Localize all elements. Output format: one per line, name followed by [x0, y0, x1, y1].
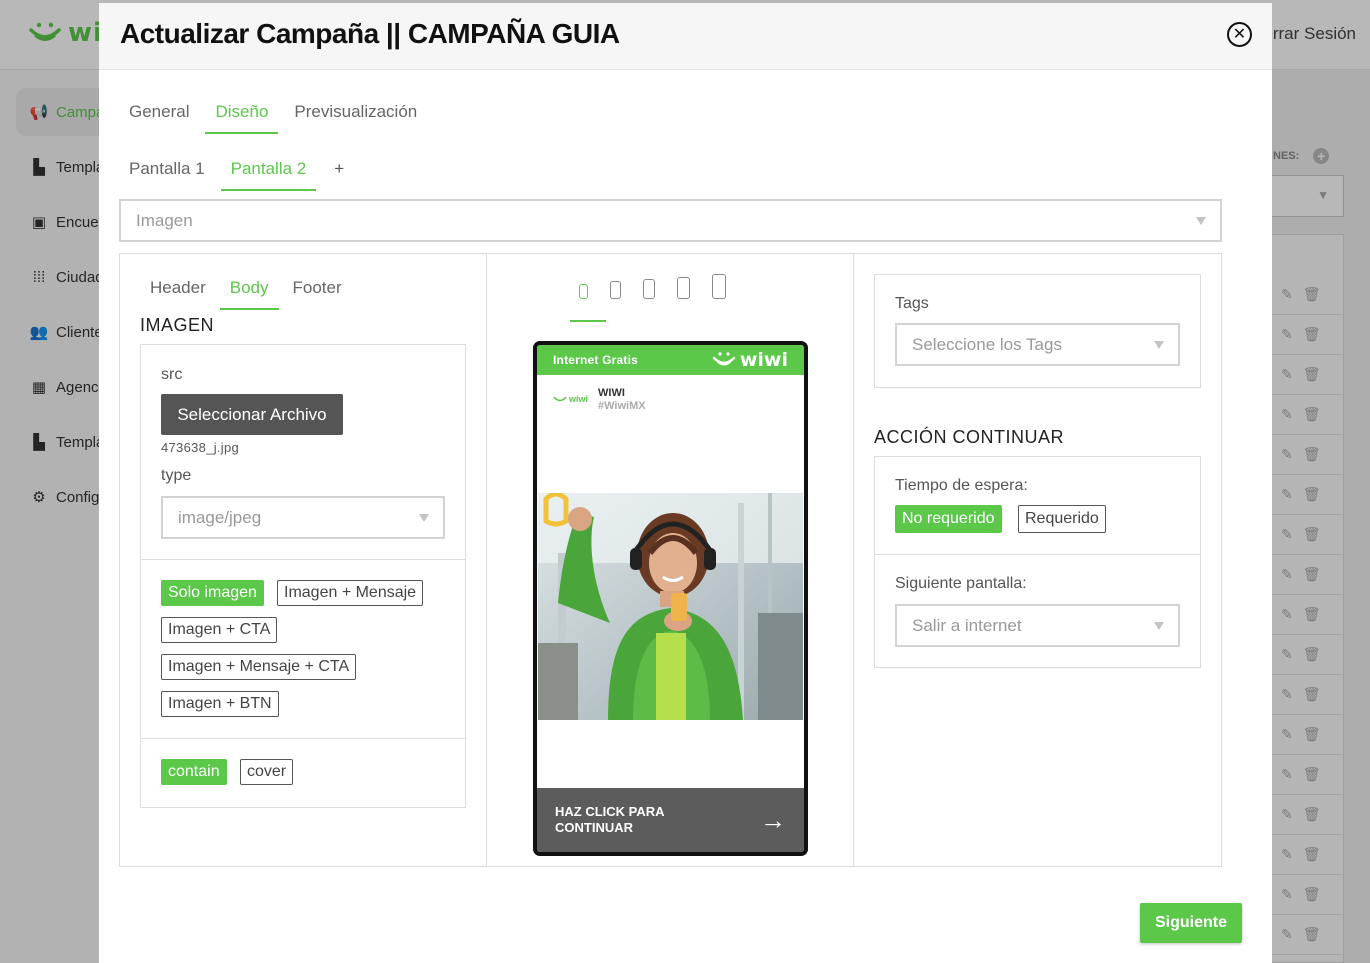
preview-mini-logo: wiwi: [553, 394, 588, 404]
device-phone-xs-icon[interactable]: [579, 284, 588, 299]
src-label: src: [161, 366, 183, 383]
phone-preview: Internet Gratis wiwi wiwi WIWI #WiwiMX H…: [533, 341, 808, 856]
arrow-right-icon: →: [760, 805, 786, 835]
preview-brand: wiwi: [712, 349, 788, 371]
actions-column: Tags Seleccione los Tags ACCIÓN CONTINUA…: [854, 254, 1221, 866]
screen-tabs: Pantalla 1 Pantalla 2 +: [119, 153, 356, 191]
layout-option-imagen-mensaje-cta[interactable]: Imagen + Mensaje + CTA: [161, 654, 357, 680]
preview-image: [538, 493, 803, 720]
device-phone-lg-icon[interactable]: [677, 277, 690, 299]
preview-cta-text: HAZ CLICK PARA CONTINUAR: [555, 804, 665, 835]
device-phone-sm-icon[interactable]: [610, 281, 621, 299]
device-selector: [579, 274, 726, 299]
properties-column: Header Body Footer IMAGEN src Seleccionar …: [120, 254, 487, 866]
business-name: WIWI: [598, 387, 625, 399]
preview-column: Internet Gratis wiwi wiwi WIWI #WiwiMX H…: [487, 254, 854, 866]
continue-action-card: Tiempo de espera: No requerido Requerido…: [874, 456, 1201, 668]
design-panel: Header Body Footer IMAGEN src Seleccionar …: [119, 253, 1222, 867]
tab-footer[interactable]: Footer: [283, 272, 352, 304]
caret-down-icon: [419, 513, 429, 522]
fit-option-cover[interactable]: cover: [240, 759, 294, 785]
preview-business-info: wiwi WIWI #WiwiMX: [553, 387, 646, 413]
next-button[interactable]: Siguiente: [1140, 903, 1242, 943]
type-select[interactable]: image/jpeg: [161, 496, 445, 539]
preview-top-text: Internet Gratis: [553, 353, 639, 367]
tags-select[interactable]: Seleccione los Tags: [895, 323, 1180, 366]
caret-down-icon: [1154, 621, 1164, 630]
element-type-value: Imagen: [136, 210, 193, 230]
preview-top-bar: Internet Gratis wiwi: [537, 345, 804, 375]
next-screen-label: Siguiente pantalla:: [895, 575, 1027, 592]
layout-option-solo-imagen[interactable]: Solo imagen: [161, 580, 264, 606]
tags-label: Tags: [895, 295, 929, 312]
tags-card: Tags Seleccione los Tags: [874, 274, 1201, 388]
wait-option-no-requerido[interactable]: No requerido: [895, 505, 1002, 533]
tab-body[interactable]: Body: [219, 272, 279, 310]
caret-down-icon: [1154, 340, 1164, 349]
update-campaign-modal: Actualizar Campaña || CAMPAÑA GUIA ✕ Gen…: [99, 3, 1272, 963]
woman-with-phone-image: [538, 493, 803, 720]
image-properties-card: src Seleccionar Archivo 473638_j.jpg typ…: [140, 344, 466, 808]
wait-time-label: Tiempo de espera:: [895, 477, 1028, 494]
section-tabs: Header Body Footer: [140, 272, 352, 310]
type-value: image/jpeg: [178, 507, 262, 527]
divider: [875, 554, 1200, 555]
tab-diseño[interactable]: Diseño: [205, 96, 279, 134]
next-screen-select[interactable]: Salir a internet: [895, 604, 1180, 647]
layout-option-imagen-btn[interactable]: Imagen + BTN: [161, 691, 279, 717]
tags-placeholder: Seleccione los Tags: [912, 334, 1062, 354]
add-screen-button[interactable]: +: [322, 153, 356, 185]
preview-cta-button[interactable]: HAZ CLICK PARA CONTINUAR →: [537, 788, 804, 852]
select-file-button[interactable]: Seleccionar Archivo: [161, 394, 343, 435]
file-name: 473638_j.jpg: [161, 440, 240, 455]
type-label: type: [161, 467, 192, 484]
wifi-smile-logo-icon: [553, 396, 567, 402]
layout-option-imagen-cta[interactable]: Imagen + CTA: [161, 617, 278, 643]
mini-brand-text: wiwi: [569, 394, 589, 404]
tab-header[interactable]: Header: [140, 272, 216, 304]
wifi-smile-logo-icon: [712, 352, 736, 366]
action-title: ACCIÓN CONTINUAR: [874, 427, 1065, 447]
section-title: IMAGEN: [140, 315, 215, 335]
divider: [141, 738, 465, 739]
active-device-indicator: [570, 320, 606, 322]
tab-general[interactable]: General: [119, 96, 199, 128]
element-type-select[interactable]: Imagen: [119, 199, 1222, 242]
device-phone-md-icon[interactable]: [643, 279, 655, 299]
divider: [141, 559, 465, 560]
wait-option-requerido[interactable]: Requerido: [1018, 505, 1106, 533]
close-icon[interactable]: ✕: [1227, 22, 1252, 47]
main-tabs: General Diseño Previsualización: [119, 96, 427, 134]
caret-down-icon: [1196, 216, 1206, 225]
business-hashtag: #WiwiMX: [598, 400, 646, 412]
layout-option-imagen-mensaje[interactable]: Imagen + Mensaje: [277, 580, 424, 606]
next-screen-value: Salir a internet: [912, 615, 1022, 635]
tab-previsualización[interactable]: Previsualización: [284, 96, 427, 128]
preview-brand-text: wiwi: [739, 349, 788, 371]
device-phone-xl-icon[interactable]: [712, 274, 726, 299]
fit-option-contain[interactable]: contain: [161, 759, 227, 785]
modal-header: Actualizar Campaña || CAMPAÑA GUIA ✕: [99, 3, 1272, 70]
modal-title: Actualizar Campaña || CAMPAÑA GUIA: [120, 18, 620, 49]
tab-pantalla-1[interactable]: Pantalla 1: [119, 153, 215, 185]
tab-pantalla-2[interactable]: Pantalla 2: [220, 153, 317, 191]
